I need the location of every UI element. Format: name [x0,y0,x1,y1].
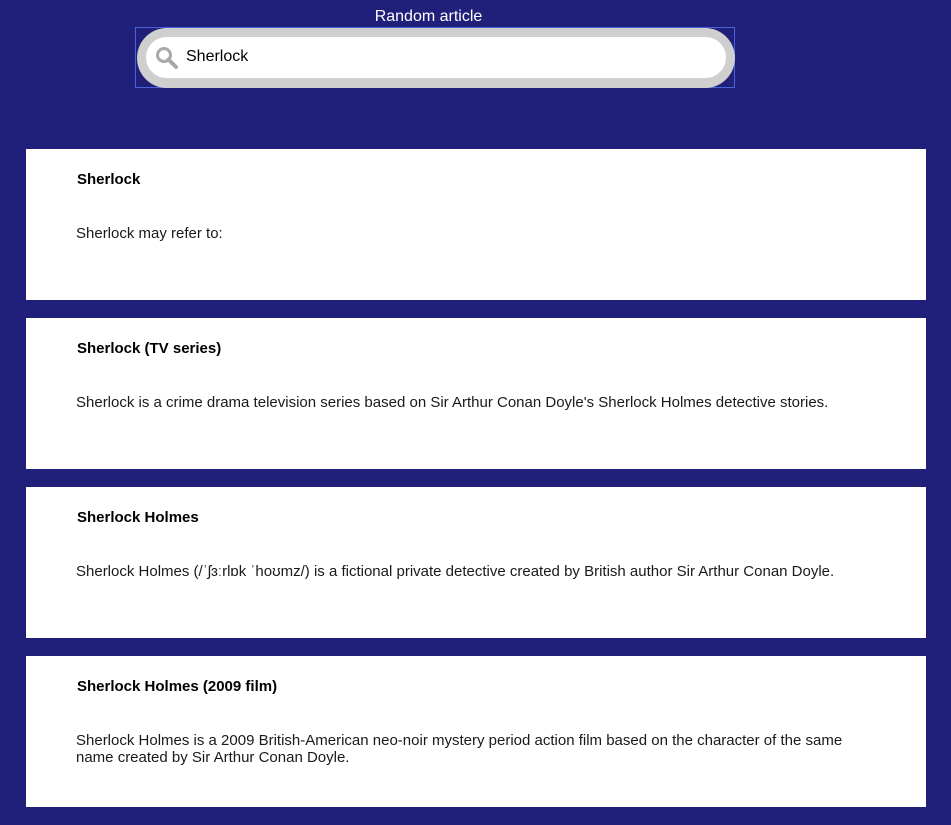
random-article-link[interactable]: Random article [0,7,857,27]
result-card[interactable]: Sherlock (TV series) Sherlock is a crime… [26,318,926,469]
search-input[interactable] [184,45,706,69]
result-snippet: Sherlock Holmes (/ˈʃɜːrlɒk ˈhoʊmz/) is a… [76,563,835,580]
search-icon[interactable] [155,46,179,70]
result-snippet: Sherlock is a crime drama television ser… [76,394,829,411]
result-title[interactable]: Sherlock [77,171,140,189]
result-card[interactable]: Sherlock Holmes Sherlock Holmes (/ˈʃɜːrl… [26,487,926,638]
result-title[interactable]: Sherlock (TV series) [77,340,221,358]
results-list: Sherlock Sherlock may refer to: Sherlock… [26,149,926,825]
result-card[interactable]: Sherlock Sherlock may refer to: [26,149,926,300]
result-card[interactable]: Sherlock Holmes (2009 film) Sherlock Hol… [26,656,926,807]
result-snippet: Sherlock may refer to: [76,225,223,242]
result-title[interactable]: Sherlock Holmes [77,509,199,527]
result-title[interactable]: Sherlock Holmes (2009 film) [77,678,277,696]
result-snippet: Sherlock Holmes is a 2009 British-Americ… [76,732,843,766]
